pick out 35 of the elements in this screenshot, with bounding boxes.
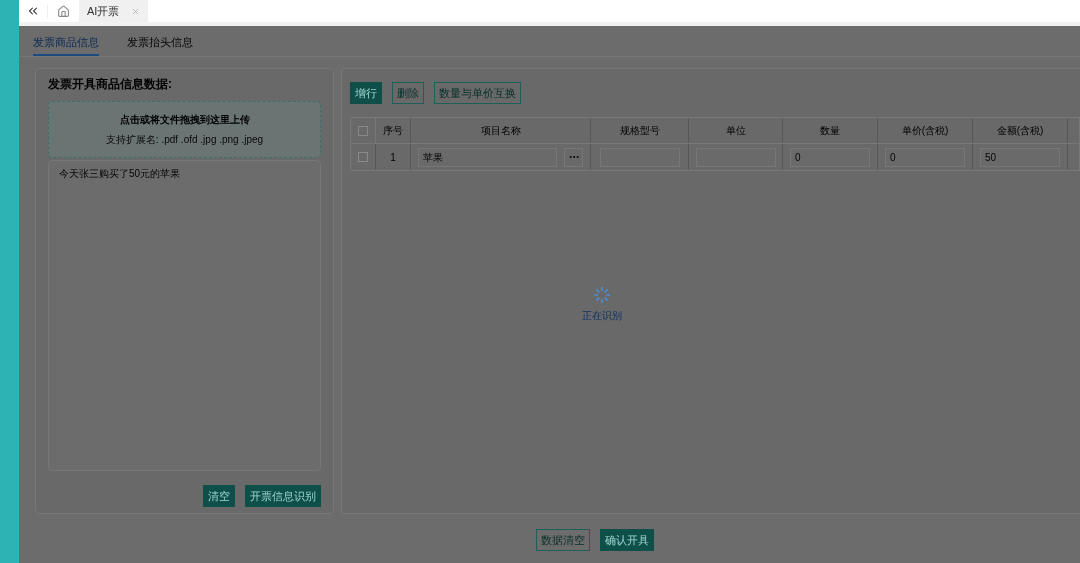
select-all-checkbox[interactable] [358, 125, 368, 136]
loading-spinner-icon [593, 286, 611, 304]
row-checkbox[interactable] [358, 152, 368, 162]
column-header: 序号 [376, 118, 411, 143]
column-header: 规格型号 [591, 118, 689, 143]
action-button[interactable]: 确认开具 [599, 529, 654, 551]
action-button[interactable]: 增行 [350, 82, 382, 104]
upload-area[interactable]: 点击或将文件拖拽到这里上传 支持扩展名: .pdf .ofd .jpg .png .jpeg [48, 101, 321, 158]
upload-title: 点击或将文件拖拽到这里上传 [119, 112, 250, 127]
column-header: 单位 [689, 118, 783, 143]
cell-input[interactable]: 50 [980, 147, 1060, 167]
home-icon [57, 4, 70, 18]
cell-input[interactable]: 0 [885, 147, 965, 167]
loading-text: 正在识别 [582, 309, 622, 323]
column-header: 数量 [783, 118, 878, 143]
section-tab[interactable]: 发票商品信息 [33, 30, 99, 56]
page-tab[interactable]: AI开票 [79, 0, 149, 22]
text-area[interactable]: 今天张三购买了50元的苹果 [48, 159, 321, 471]
upload-hint: 支持扩展名: .pdf .ofd .jpg .png .jpeg [105, 132, 264, 147]
panel-title: 发票开具商品信息数据: [48, 76, 173, 93]
cell-input[interactable]: 0 [790, 147, 870, 167]
action-button[interactable]: 开票信息识别 [245, 485, 321, 507]
more-button[interactable] [564, 147, 583, 167]
column-header: 金额(含税) [973, 118, 1068, 143]
table-cell: 1 [376, 144, 411, 170]
section-tab[interactable]: 发票抬头信息 [127, 30, 193, 56]
action-button[interactable]: 数据清空 [535, 529, 590, 551]
close-icon[interactable] [131, 6, 141, 16]
action-button[interactable]: 数量与单价互换 [434, 82, 521, 104]
action-button[interactable]: 删除 [392, 82, 424, 104]
double-chevron-icon [26, 4, 40, 18]
action-button[interactable]: 清空 [203, 485, 235, 507]
column-header: 项目名称 [411, 118, 591, 143]
cell-input[interactable]: 苹果 [418, 147, 558, 167]
column-header: 单价(含税) [878, 118, 973, 143]
